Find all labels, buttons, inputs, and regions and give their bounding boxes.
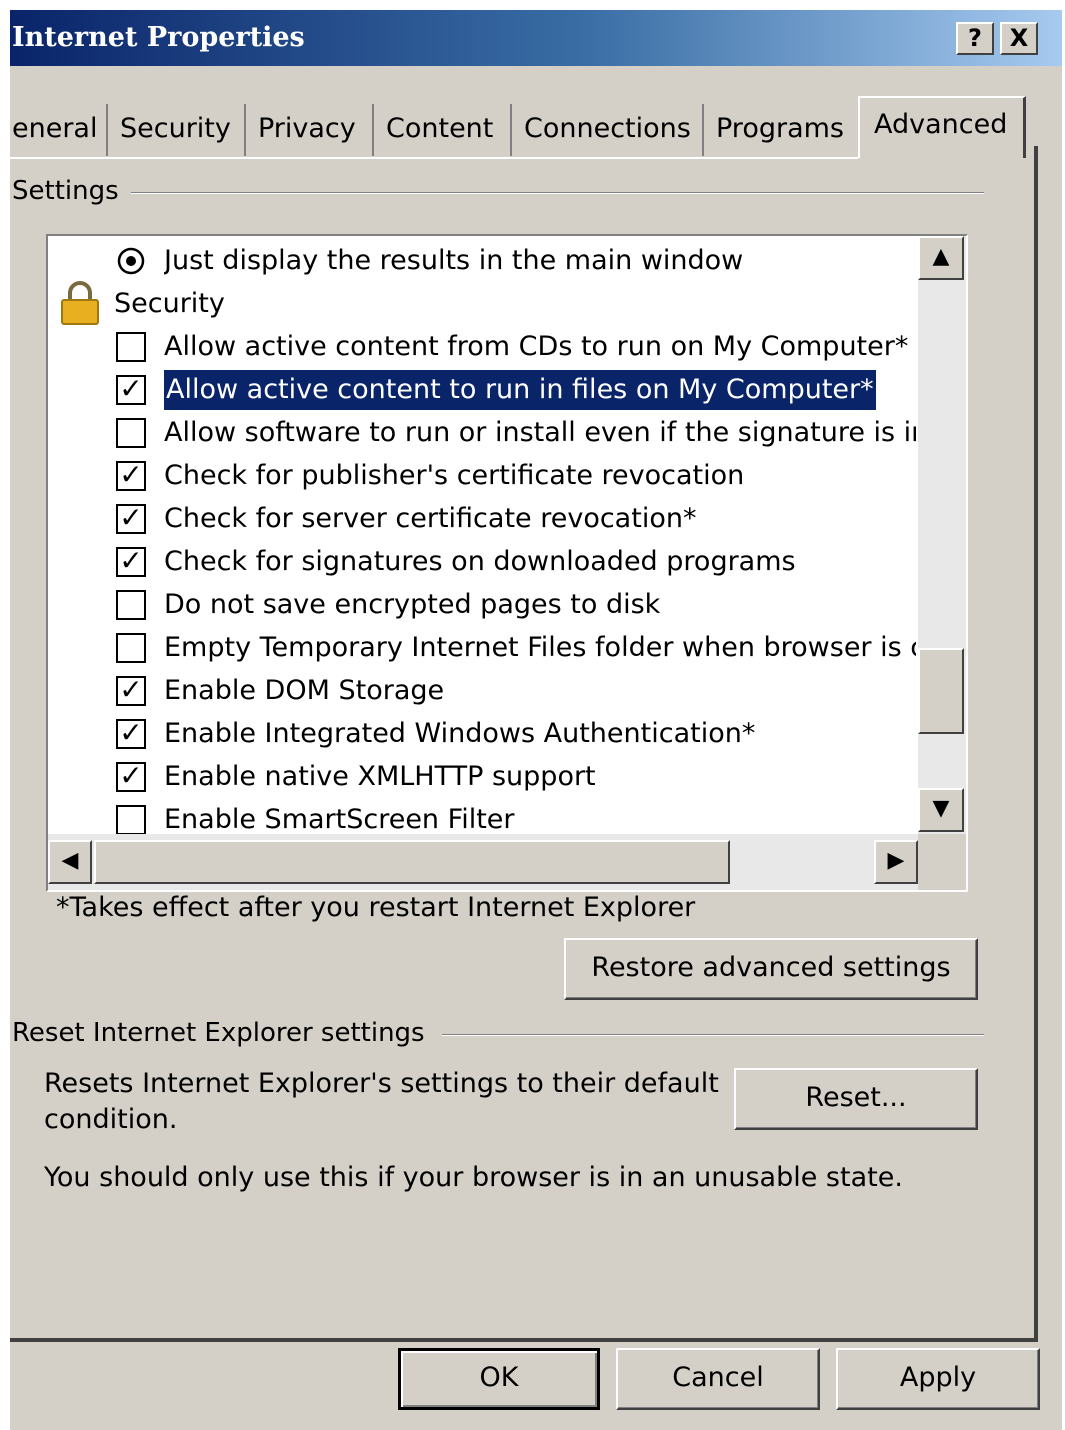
checkbox-checked[interactable]: ✓: [116, 719, 146, 749]
vertical-scroll-thumb[interactable]: [918, 648, 964, 734]
checkbox-checked[interactable]: ✓: [116, 461, 146, 491]
category-label-security: Security: [114, 288, 225, 319]
tab-advanced[interactable]: Advanced: [858, 96, 1026, 158]
reset-group-rule: [442, 1034, 984, 1036]
ok-button[interactable]: OK: [398, 1348, 600, 1410]
internet-properties-dialog: Internet Properties ? X eneral Security …: [10, 10, 1062, 1430]
setting-label: Empty Temporary Internet Files folder wh…: [164, 632, 916, 663]
tab-connections[interactable]: Connections: [512, 104, 704, 156]
tab-general[interactable]: eneral: [10, 104, 108, 156]
checkbox[interactable]: [116, 590, 146, 620]
setting-label-selected: Allow active content to run in files on …: [164, 370, 876, 410]
setting-label: Enable native XMLHTTP support: [164, 761, 596, 792]
settings-group-rule: [130, 192, 984, 194]
scroll-left-icon[interactable]: ◀: [48, 840, 92, 884]
setting-label: Just display the results in the main win…: [164, 245, 744, 276]
setting-label: Check for signatures on downloaded progr…: [164, 546, 796, 577]
scroll-down-icon[interactable]: ▼: [918, 788, 964, 832]
setting-label: Enable Integrated Windows Authentication…: [164, 718, 756, 749]
horizontal-scroll-thumb[interactable]: [94, 840, 730, 884]
vertical-scrollbar[interactable]: ▲ ▼: [918, 236, 966, 834]
panel-right-edge: [1034, 146, 1038, 1342]
tab-privacy[interactable]: Privacy: [246, 104, 374, 156]
panel-bottom-edge: [10, 1338, 1038, 1342]
tab-programs[interactable]: Programs: [704, 104, 854, 156]
scroll-up-icon[interactable]: ▲: [918, 236, 964, 280]
checkbox-checked[interactable]: ✓: [116, 504, 146, 534]
checkbox-checked[interactable]: ✓: [116, 547, 146, 577]
checkbox-checked[interactable]: ✓: [116, 676, 146, 706]
restore-advanced-settings-button[interactable]: Restore advanced settings: [564, 938, 978, 1000]
setting-label: Check for publisher's certificate revoca…: [164, 460, 745, 491]
reset-button[interactable]: Reset...: [734, 1068, 978, 1130]
close-button[interactable]: X: [1000, 22, 1038, 55]
reset-group-label: Reset Internet Explorer settings: [12, 1018, 437, 1048]
checkbox[interactable]: [116, 805, 146, 835]
scroll-corner: [918, 834, 966, 890]
setting-label: Allow active content from CDs to run on …: [164, 331, 909, 362]
checkbox[interactable]: [116, 332, 146, 362]
window-title: Internet Properties: [12, 22, 305, 53]
horizontal-scrollbar[interactable]: ◀ ▶: [48, 834, 918, 890]
scroll-right-icon[interactable]: ▶: [874, 840, 918, 884]
help-button[interactable]: ?: [956, 22, 994, 55]
checkbox[interactable]: [116, 418, 146, 448]
lock-icon: [61, 281, 99, 325]
tab-content[interactable]: Content: [374, 104, 512, 156]
setting-label: Check for server certificate revocation*: [164, 503, 697, 534]
reset-warning: You should only use this if your browser…: [44, 1162, 903, 1193]
radio-selected-icon[interactable]: [116, 246, 146, 276]
panel-top-edge: [10, 157, 858, 159]
checkbox[interactable]: [116, 633, 146, 663]
restart-footnote: *Takes effect after you restart Internet…: [56, 892, 696, 923]
checkbox-checked[interactable]: ✓: [116, 762, 146, 792]
reset-description-line2: condition.: [44, 1104, 178, 1135]
apply-button[interactable]: Apply: [836, 1348, 1040, 1410]
reset-description-line1: Resets Internet Explorer's settings to t…: [44, 1068, 719, 1099]
setting-label: Allow software to run or install even if…: [164, 417, 916, 448]
checkbox-checked[interactable]: ✓: [116, 375, 146, 405]
advanced-settings-list[interactable]: Just display the results in the main win…: [46, 234, 968, 892]
setting-label: Do not save encrypted pages to disk: [164, 589, 661, 620]
cancel-button[interactable]: Cancel: [616, 1348, 820, 1410]
setting-label: Enable DOM Storage: [164, 675, 445, 706]
title-bar[interactable]: Internet Properties ? X: [10, 10, 1062, 66]
settings-group-label: Settings: [12, 176, 131, 206]
tab-security[interactable]: Security: [108, 104, 246, 156]
